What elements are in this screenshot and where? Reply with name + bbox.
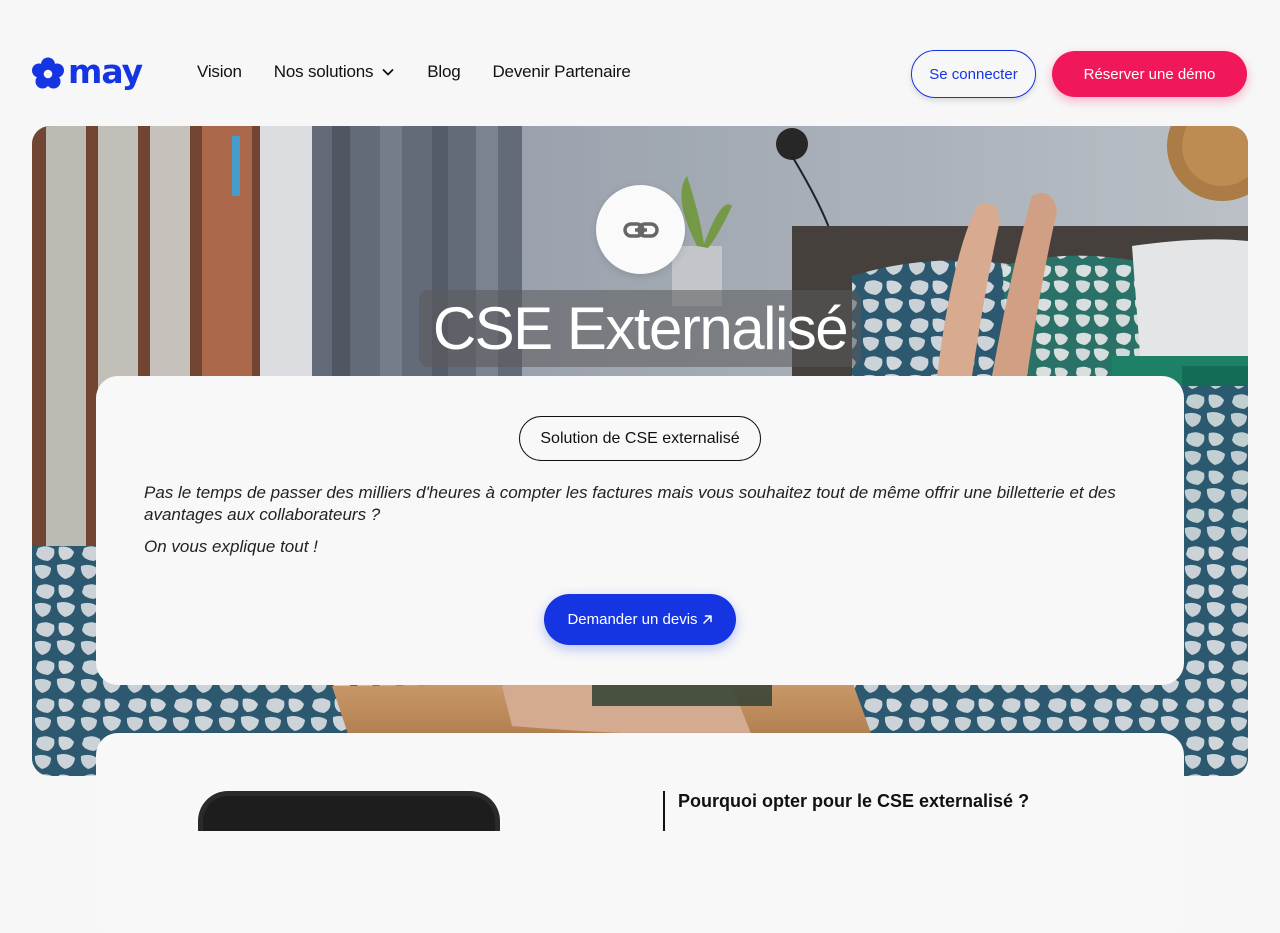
nav-item-solutions[interactable]: Nos solutions [274,62,395,82]
phone-mockup [198,791,500,831]
nav-item-label: Blog [427,62,461,81]
intro-paragraph: Pas le temps de passer des milliers d'he… [144,483,1116,524]
nav-item-label: Vision [197,62,242,81]
site-header: may Vision Nos solutions Blog Devenir Pa… [0,0,1280,126]
link-icon-badge [596,185,685,274]
nav-item-vision[interactable]: Vision [197,62,242,82]
login-button[interactable]: Se connecter [911,50,1036,98]
nav-item-partner[interactable]: Devenir Partenaire [492,62,630,82]
chevron-down-icon [382,69,394,76]
may-logo[interactable]: may [32,51,143,91]
why-section-card: Pourquoi opter pour le CSE externalisé ? [96,733,1184,933]
nav-item-label: Devenir Partenaire [492,62,631,81]
nav-item-label: Nos solutions [273,62,374,81]
book-demo-button[interactable]: Réserver une démo [1052,51,1247,97]
request-quote-button[interactable]: Demander un devis [544,594,736,645]
intro-card: Solution de CSE externalisé Pas le temps… [96,376,1184,685]
hero-title-box: CSE Externalisé [419,290,861,367]
main-nav: Vision Nos solutions Blog Devenir Parten… [197,60,663,84]
arrow-up-right-icon [702,615,712,624]
logo-wordmark: may [68,51,143,91]
section-divider [663,791,665,831]
category-tag: Solution de CSE externalisé [519,416,761,461]
request-quote-label: Demander un devis [567,611,698,628]
page-title: CSE Externalisé [432,294,849,362]
flower-logo-icon [32,57,64,89]
link-icon [622,221,659,238]
section-heading: Pourquoi opter pour le CSE externalisé ? [678,791,1030,811]
nav-item-blog[interactable]: Blog [427,62,460,82]
intro-paragraph-2: On vous explique tout ! [144,537,318,556]
